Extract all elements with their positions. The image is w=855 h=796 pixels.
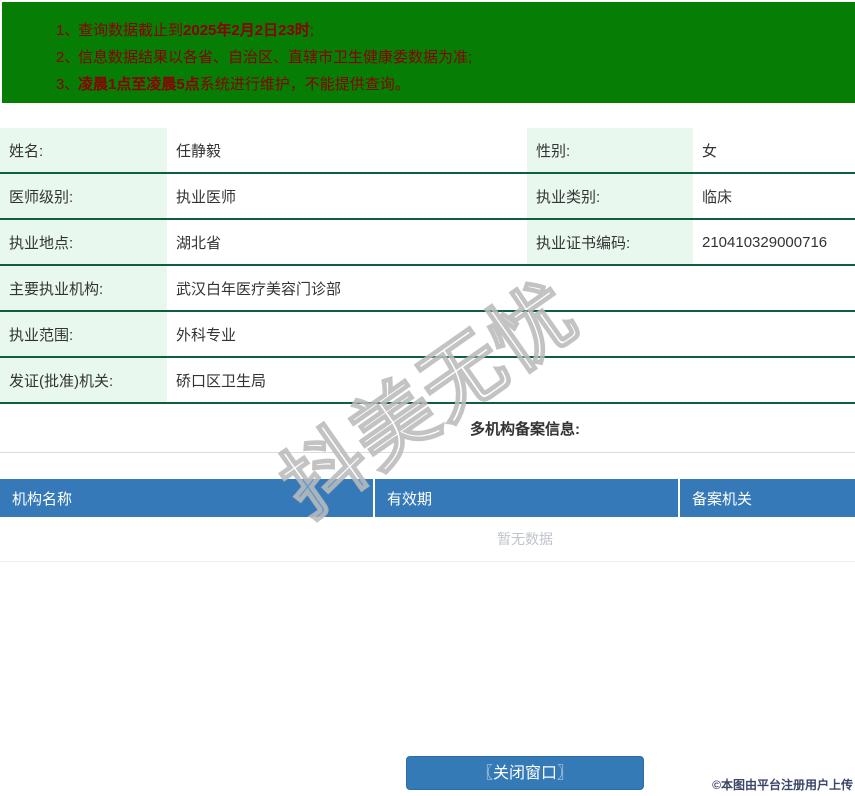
field-value-name: 任静毅 <box>167 128 527 172</box>
field-value-main-institution: 武汉白年医疗美容门诊部 <box>167 266 855 310</box>
column-header-validity-period: 有效期 <box>375 479 680 517</box>
table-row: 姓名: 任静毅 性别: 女 <box>0 128 855 174</box>
field-value-issuing-authority: 硚口区卫生局 <box>167 358 855 402</box>
notice-text: 凌晨1点至凌晨5点系统进行维护，不能提供查询。 <box>78 76 410 93</box>
field-value-practice-category: 临床 <box>693 174 855 218</box>
field-label-name: 姓名: <box>0 128 167 172</box>
no-data-placeholder: 暂无数据 <box>0 517 855 562</box>
field-label-license-number: 执业证书编码: <box>527 220 693 264</box>
notice-line: 2、 信息数据结果以各省、自治区、直辖市卫生健康委数据为准; <box>40 44 855 71</box>
column-header-filing-authority: 备案机关 <box>692 490 753 508</box>
notice-text: 查询数据截止到2025年2月2日23时; <box>78 22 314 39</box>
filing-table-header: 机构名称 有效期 备案机关 <box>0 479 855 517</box>
notice-number: 1、 <box>56 22 80 39</box>
notice-banner: 1、 查询数据截止到2025年2月2日23时; 2、 信息数据结果以各省、自治区… <box>2 2 855 103</box>
table-row: 发证(批准)机关: 硚口区卫生局 <box>0 358 855 404</box>
close-window-button[interactable]: 〖关闭窗口〗 <box>406 756 644 790</box>
column-header-institution-name: 机构名称 <box>0 479 375 517</box>
table-row: 执业范围: 外科专业 <box>0 312 855 358</box>
field-value-gender: 女 <box>693 128 855 172</box>
table-row: 主要执业机构: 武汉白年医疗美容门诊部 <box>0 266 855 312</box>
filing-table: 机构名称 有效期 备案机关 暂无数据 <box>0 479 855 562</box>
field-label-gender: 性别: <box>527 128 693 172</box>
table-row: 执业地点: 湖北省 执业证书编码: 210410329000716 <box>0 220 855 266</box>
notice-number: 2、 <box>56 49 80 66</box>
field-value-license-number: 210410329000716 <box>693 220 855 264</box>
page-container: 1、 查询数据截止到2025年2月2日23时; 2、 信息数据结果以各省、自治区… <box>0 0 855 790</box>
practitioner-info-table: 姓名: 任静毅 性别: 女 医师级别: 执业医师 执业类别: 临床 执业地点: … <box>0 128 855 404</box>
field-value-practice-location: 湖北省 <box>167 220 527 264</box>
notice-text: 信息数据结果以各省、自治区、直辖市卫生健康委数据为准; <box>78 49 473 66</box>
notice-line: 3、 凌晨1点至凌晨5点系统进行维护，不能提供查询。 <box>40 71 855 98</box>
field-label-practice-location: 执业地点: <box>0 220 167 264</box>
field-label-issuing-authority: 发证(批准)机关: <box>0 358 167 402</box>
field-label-practice-category: 执业类别: <box>527 174 693 218</box>
table-row: 医师级别: 执业医师 执业类别: 临床 <box>0 174 855 220</box>
field-value-doctor-level: 执业医师 <box>167 174 527 218</box>
field-label-practice-scope: 执业范围: <box>0 312 167 356</box>
field-label-main-institution: 主要执业机构: <box>0 266 167 310</box>
notice-number: 3、 <box>56 76 80 93</box>
section-title-multi-institution: 多机构备案信息: <box>0 404 855 453</box>
uploader-watermark-text: ©本图由平台注册用户上传 <box>712 778 853 792</box>
field-value-practice-scope: 外科专业 <box>167 312 855 356</box>
notice-line: 1、 查询数据截止到2025年2月2日23时; <box>40 17 855 44</box>
field-label-doctor-level: 医师级别: <box>0 174 167 218</box>
